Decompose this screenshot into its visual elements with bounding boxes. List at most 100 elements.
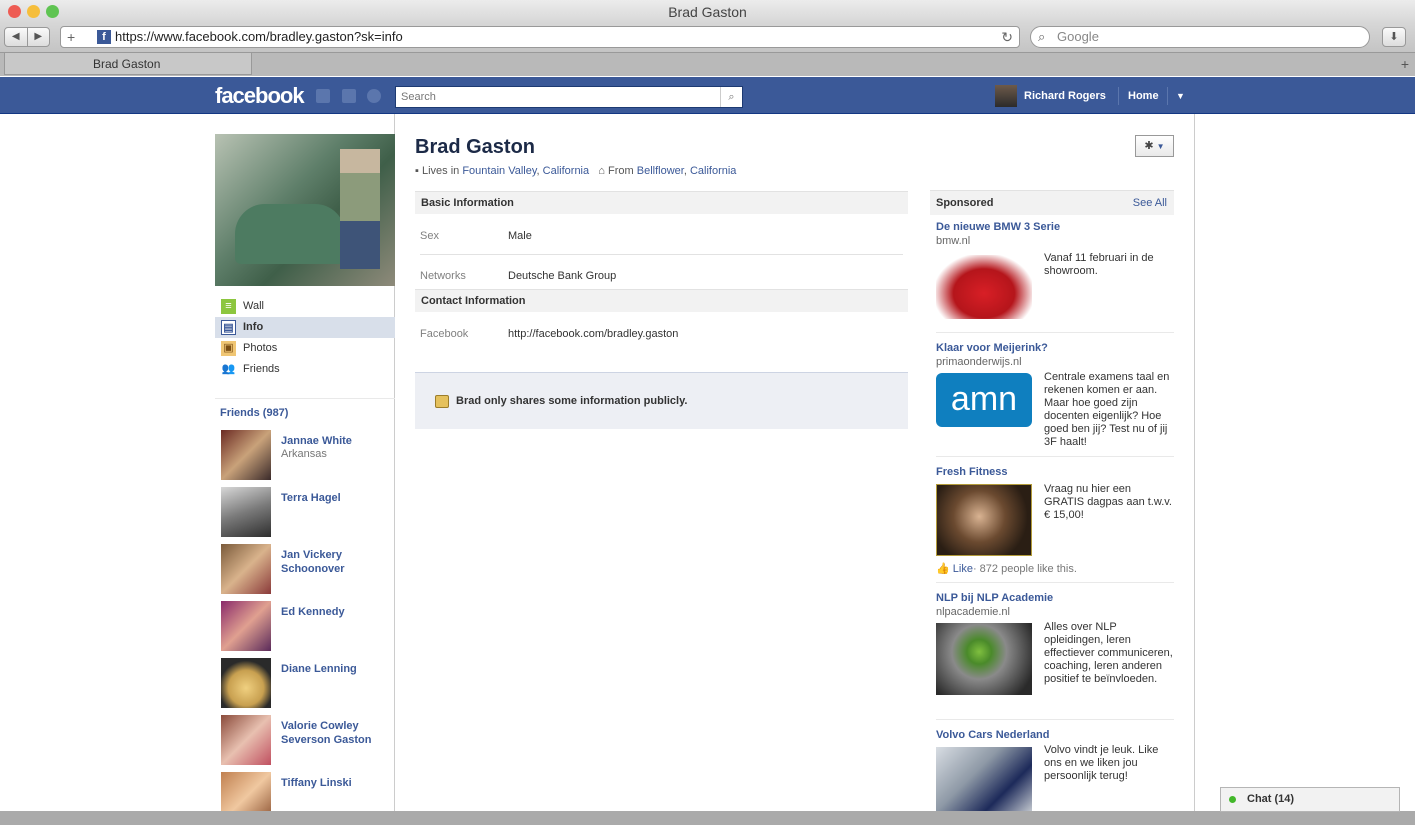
friend-photo[interactable] — [221, 658, 271, 708]
ad-logo-amn[interactable]: amn — [936, 373, 1032, 427]
chat-button[interactable]: Chat (14) — [1220, 787, 1400, 812]
sponsored-title: Sponsored — [936, 197, 994, 209]
settings-gear-button[interactable]: ✱ ▼ — [1135, 135, 1174, 157]
facebook-url-link[interactable]: http://facebook.com/bradley.gaston — [508, 325, 678, 343]
friend-requests-icon[interactable] — [316, 89, 330, 103]
notifications-icon[interactable] — [367, 89, 381, 103]
wall-icon: ≡ — [221, 299, 236, 314]
from-city-link[interactable]: Bellflower — [637, 165, 684, 177]
ad-divider — [936, 582, 1174, 583]
browser-search-input[interactable]: ⌕ Google — [1030, 26, 1370, 48]
home-link[interactable]: Home — [1128, 85, 1159, 107]
tab-brad-gaston[interactable]: Brad Gaston — [4, 53, 252, 75]
downloads-icon[interactable]: ⬇ — [1382, 27, 1406, 47]
ad-image-volvo[interactable] — [936, 747, 1032, 813]
forward-icon[interactable]: ▶ — [28, 28, 50, 46]
friend-item[interactable]: Jan Vickery Schoonover — [221, 544, 391, 594]
lives-city-link[interactable]: Fountain Valley — [462, 165, 536, 177]
friend-name[interactable]: Jan Vickery Schoonover — [281, 548, 391, 576]
ad-fresh-fitness[interactable]: Fresh Fitness Vraag nu hier een GRATIS d… — [936, 466, 1174, 576]
ad-image-plant[interactable] — [936, 623, 1032, 695]
new-tab-icon[interactable]: + — [1401, 53, 1409, 75]
ad-title[interactable]: Fresh Fitness — [936, 466, 1008, 478]
friend-name[interactable]: Jannae White — [281, 434, 391, 448]
friend-name[interactable]: Diane Lenning — [281, 662, 391, 676]
ad-body: Centrale examens taal en rekenen komen e… — [1044, 371, 1170, 448]
friend-item[interactable]: Diane Lenning — [221, 658, 391, 708]
ad-title[interactable]: De nieuwe BMW 3 Serie — [936, 221, 1060, 233]
search-icon[interactable]: ⌕ — [720, 87, 742, 107]
friend-photo[interactable] — [221, 487, 271, 537]
friend-name[interactable]: Valorie Cowley Severson Gaston — [281, 719, 391, 747]
ad-divider — [936, 332, 1174, 333]
ad-volvo[interactable]: Volvo Cars Nederland Volvo vindt je leuk… — [936, 729, 1174, 819]
ad-title[interactable]: NLP bij NLP Academie — [936, 592, 1053, 604]
ad-title[interactable]: Klaar voor Meijerink? — [936, 342, 1048, 354]
browser-search-placeholder: Google — [1057, 29, 1099, 44]
close-window-button[interactable] — [8, 5, 21, 18]
add-bookmark-icon[interactable]: + — [67, 27, 75, 47]
house-icon: ⌂ — [598, 165, 605, 177]
nav-item-wall[interactable]: ≡ Wall — [215, 296, 395, 317]
friend-item[interactable]: Ed Kennedy — [221, 601, 391, 651]
nav-item-info[interactable]: ▤ Info — [215, 317, 395, 338]
ad-primaonderwijs[interactable]: Klaar voor Meijerink? primaonderwijs.nl … — [936, 342, 1174, 452]
ad-title[interactable]: Volvo Cars Nederland — [936, 729, 1050, 741]
account-menu-chevron-icon[interactable]: ▼ — [1176, 85, 1185, 107]
ad-image-bmw[interactable] — [936, 255, 1032, 319]
ad-bmw[interactable]: De nieuwe BMW 3 Serie bmw.nl Vanaf 11 fe… — [936, 221, 1174, 321]
left-column: ≡ Wall ▤ Info ▣ Photos 👥 Friends Friends… — [215, 114, 395, 822]
friends-header[interactable]: Friends (987) — [215, 398, 395, 419]
friends-icon: 👥 — [221, 363, 236, 375]
networks-label: Networks — [420, 270, 466, 282]
profile-photo-car — [235, 204, 345, 264]
facebook-search-input[interactable]: Search ⌕ — [395, 86, 743, 108]
friend-name[interactable]: Terra Hagel — [281, 491, 391, 505]
url-text[interactable]: https://www.facebook.com/bradley.gaston?… — [115, 27, 403, 47]
thumbs-up-icon: 👍 — [936, 563, 950, 575]
page-body: ≡ Wall ▤ Info ▣ Photos 👥 Friends Friends… — [215, 114, 1195, 822]
page-title: Brad Gaston — [415, 136, 536, 158]
friend-photo[interactable] — [221, 544, 271, 594]
online-status-icon — [1229, 796, 1236, 803]
contact-info-header: Contact Information — [415, 289, 908, 312]
ad-like-link[interactable]: Like — [953, 563, 973, 575]
facebook-header: facebook Search ⌕ Richard Rogers Home ▼ — [0, 77, 1415, 114]
ad-image-fitness[interactable] — [936, 484, 1032, 556]
nav-item-photos[interactable]: ▣ Photos — [215, 338, 395, 359]
profile-nav: ≡ Wall ▤ Info ▣ Photos 👥 Friends — [215, 296, 395, 380]
friend-item[interactable]: Jannae White Arkansas — [221, 430, 391, 480]
friend-name[interactable]: Tiffany Linski — [281, 776, 391, 790]
back-icon[interactable]: ◀ — [5, 28, 28, 46]
chat-label: Chat (14) — [1247, 793, 1295, 805]
friend-photo[interactable] — [221, 715, 271, 765]
info-icon: ▤ — [221, 320, 236, 335]
briefcase-icon: ▪ — [415, 165, 419, 177]
window-title: Brad Gaston — [668, 4, 747, 20]
nav-item-friends[interactable]: 👥 Friends — [215, 359, 395, 380]
minimize-window-button[interactable] — [27, 5, 40, 18]
zoom-window-button[interactable] — [46, 5, 59, 18]
sex-label: Sex — [420, 230, 439, 242]
facebook-logo[interactable]: facebook — [215, 83, 305, 109]
lives-state-link[interactable]: California — [543, 165, 589, 177]
public-notice-text: Brad only shares some information public… — [456, 395, 688, 407]
friend-item[interactable]: Valorie Cowley Severson Gaston — [221, 715, 391, 765]
friend-photo[interactable] — [221, 601, 271, 651]
ad-domain: bmw.nl — [936, 235, 971, 247]
reload-icon[interactable]: ↻ — [1001, 27, 1013, 47]
friend-item[interactable]: Terra Hagel — [221, 487, 391, 537]
see-all-link[interactable]: See All — [1133, 191, 1167, 215]
friend-photo[interactable] — [221, 430, 271, 480]
basic-info-header: Basic Information — [415, 191, 908, 214]
profile-photo-person — [340, 149, 380, 269]
from-state-link[interactable]: California — [690, 165, 736, 177]
messages-icon[interactable] — [342, 89, 356, 103]
search-placeholder: Search — [401, 91, 436, 103]
profile-picture[interactable] — [215, 134, 395, 286]
sponsored-header: Sponsored See All — [930, 190, 1174, 215]
friend-name[interactable]: Ed Kennedy — [281, 605, 391, 619]
address-bar[interactable]: + f https://www.facebook.com/bradley.gas… — [60, 26, 1020, 48]
ad-nlp-academie[interactable]: NLP bij NLP Academie nlpacademie.nl Alle… — [936, 592, 1174, 717]
ad-body: Vanaf 11 februari in de showroom. — [1044, 252, 1154, 277]
